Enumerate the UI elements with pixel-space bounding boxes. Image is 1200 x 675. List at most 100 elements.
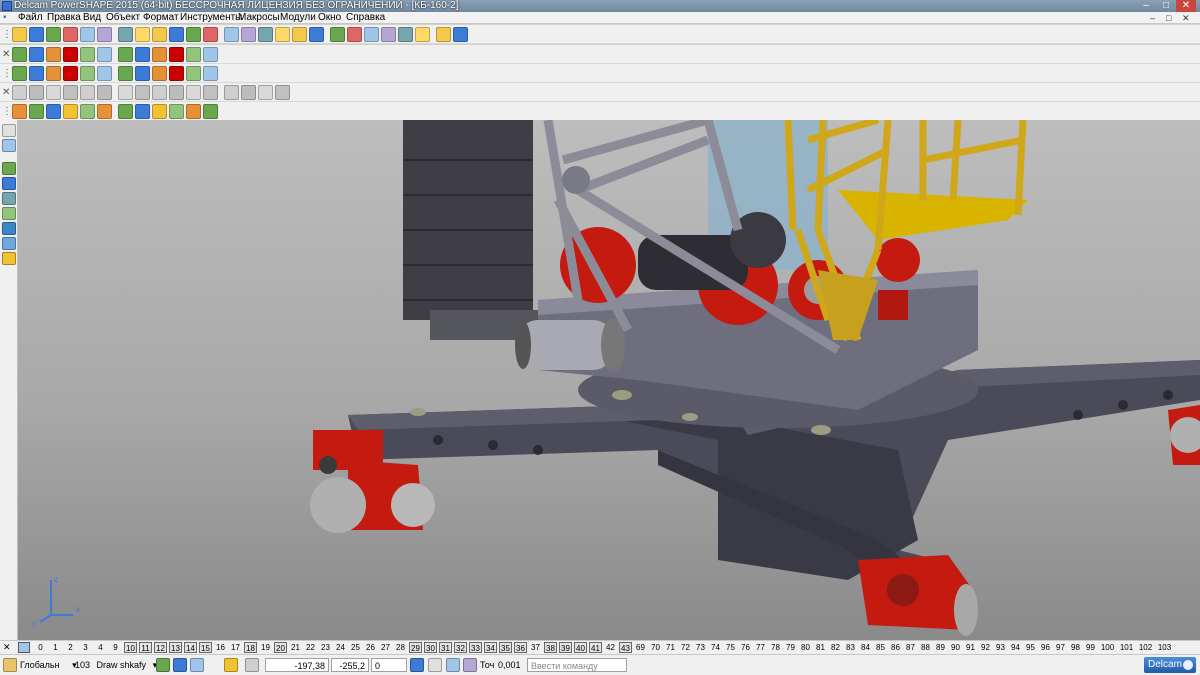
level-button[interactable]: 38 — [544, 642, 557, 653]
level-button[interactable]: 43 — [619, 642, 632, 653]
level-button[interactable]: 86 — [889, 642, 902, 653]
solid-toolbar-tool-icon[interactable] — [97, 104, 112, 119]
level-button[interactable]: 16 — [214, 642, 227, 653]
menu-view[interactable]: Вид — [83, 12, 101, 24]
view-toolbar-tool-icon[interactable] — [29, 66, 44, 81]
level-button[interactable]: 95 — [1024, 642, 1037, 653]
main-toolbar-tool-icon[interactable] — [415, 27, 430, 42]
main-toolbar-tool-icon[interactable] — [224, 27, 239, 42]
level-button[interactable]: 31 — [439, 642, 452, 653]
level-button[interactable]: 91 — [964, 642, 977, 653]
main-toolbar-tool-icon[interactable] — [292, 27, 307, 42]
main-toolbar-tool-icon[interactable] — [97, 27, 112, 42]
view-toolbar-tool-icon[interactable] — [169, 66, 184, 81]
tolerance-value[interactable]: 0,001 — [498, 658, 521, 672]
side-tool-icon[interactable] — [2, 124, 16, 137]
workplane-select[interactable]: Глобальн ▾ — [20, 658, 77, 672]
level-button[interactable]: 30 — [424, 642, 437, 653]
level-button[interactable]: 37 — [529, 642, 542, 653]
command-input[interactable]: Ввести команду — [527, 658, 627, 672]
view-toolbar-tool-icon[interactable] — [46, 47, 61, 62]
level-button[interactable]: 33 — [469, 642, 482, 653]
level-button[interactable]: 23 — [319, 642, 332, 653]
level-button[interactable]: 73 — [694, 642, 707, 653]
level-button[interactable]: 22 — [304, 642, 317, 653]
surface-toolbar-tool-icon[interactable] — [63, 85, 78, 100]
level-button[interactable]: 14 — [184, 642, 197, 653]
level-button[interactable]: 98 — [1069, 642, 1082, 653]
coordinate-mode-icon[interactable] — [410, 658, 424, 672]
side-tool-icon[interactable] — [2, 222, 16, 235]
level-button[interactable]: 41 — [589, 642, 602, 653]
level-button[interactable]: 36 — [514, 642, 527, 653]
level-button[interactable]: 13 — [169, 642, 182, 653]
menu-edit[interactable]: Правка — [47, 12, 81, 24]
menu-tools[interactable]: Инструменты — [180, 12, 242, 24]
surface-toolbar-tool-icon[interactable] — [80, 85, 95, 100]
level-button[interactable]: 17 — [229, 642, 242, 653]
view-toolbar-tool-icon[interactable] — [186, 47, 201, 62]
layer-lock-icon[interactable] — [190, 658, 204, 672]
menu-macros[interactable]: Макросы — [238, 12, 280, 24]
level-button[interactable]: 2 — [64, 642, 77, 653]
solid-toolbar-tool-icon[interactable] — [63, 104, 78, 119]
surface-toolbar-tool-icon[interactable] — [152, 85, 167, 100]
level-button[interactable]: 83 — [844, 642, 857, 653]
level-button[interactable]: 1 — [49, 642, 62, 653]
level-button[interactable]: 77 — [754, 642, 767, 653]
level-button[interactable]: 79 — [784, 642, 797, 653]
level-button[interactable]: 100 — [1099, 642, 1116, 653]
level-button[interactable]: 97 — [1054, 642, 1067, 653]
toolbar-close-icon[interactable]: ✕ — [2, 86, 10, 99]
level-button[interactable]: 15 — [199, 642, 212, 653]
menu-format[interactable]: Формат — [143, 12, 179, 24]
main-toolbar-tool-icon[interactable] — [241, 27, 256, 42]
menu-window[interactable]: Окно — [318, 12, 341, 24]
level-button[interactable]: 9 — [109, 642, 122, 653]
view-toolbar-tool-icon[interactable] — [169, 47, 184, 62]
surface-toolbar-tool-icon[interactable] — [241, 85, 256, 100]
toolbar-close-icon[interactable]: ✕ — [2, 48, 10, 61]
view-toolbar-tool-icon[interactable] — [46, 66, 61, 81]
level-button[interactable]: 81 — [814, 642, 827, 653]
view-toolbar-tool-icon[interactable] — [135, 47, 150, 62]
graphics-viewport[interactable]: x z y — [18, 120, 1200, 640]
layer-select-icon[interactable] — [173, 658, 187, 672]
level-button[interactable]: 10 — [124, 642, 137, 653]
main-toolbar-tool-icon[interactable] — [135, 27, 150, 42]
level-button[interactable]: 28 — [394, 642, 407, 653]
main-toolbar-tool-icon[interactable] — [169, 27, 184, 42]
view-toolbar-tool-icon[interactable] — [118, 66, 133, 81]
absolute-icon[interactable] — [428, 658, 442, 672]
level-button[interactable]: 4 — [94, 642, 107, 653]
level-button[interactable]: 34 — [484, 642, 497, 653]
main-toolbar-tool-icon[interactable] — [46, 27, 61, 42]
level-button[interactable]: 78 — [769, 642, 782, 653]
level-button[interactable]: 27 — [379, 642, 392, 653]
solid-toolbar-tool-icon[interactable] — [46, 104, 61, 119]
side-tool-icon[interactable] — [2, 177, 16, 190]
level-button[interactable]: 24 — [334, 642, 347, 653]
level-button[interactable]: 103 — [1156, 642, 1173, 653]
view-toolbar-tool-icon[interactable] — [152, 47, 167, 62]
level-button[interactable]: 88 — [919, 642, 932, 653]
solid-toolbar-tool-icon[interactable] — [152, 104, 167, 119]
relative-icon[interactable] — [446, 658, 460, 672]
main-toolbar-tool-icon[interactable] — [309, 27, 324, 42]
view-toolbar-tool-icon[interactable] — [12, 66, 27, 81]
main-toolbar-tool-icon[interactable] — [398, 27, 413, 42]
main-toolbar-tool-icon[interactable] — [258, 27, 273, 42]
surface-toolbar-tool-icon[interactable] — [135, 85, 150, 100]
surface-toolbar-tool-icon[interactable] — [12, 85, 27, 100]
main-toolbar-tool-icon[interactable] — [118, 27, 133, 42]
level-button[interactable]: 3 — [79, 642, 92, 653]
calculator-icon[interactable] — [463, 658, 477, 672]
doc-close-button[interactable]: ✕ — [1182, 12, 1190, 24]
view-toolbar-tool-icon[interactable] — [203, 66, 218, 81]
level-button[interactable]: 25 — [349, 642, 362, 653]
level-button[interactable]: 26 — [364, 642, 377, 653]
doc-restore-button[interactable]: □ — [1166, 12, 1171, 24]
solid-toolbar-tool-icon[interactable] — [12, 104, 27, 119]
level-button[interactable]: 20 — [274, 642, 287, 653]
doc-minimize-button[interactable]: – — [1150, 12, 1155, 24]
